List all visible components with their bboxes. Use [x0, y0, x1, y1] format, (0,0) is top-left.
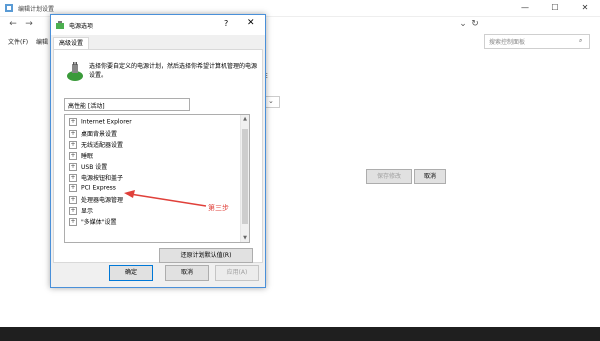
annotation-arrow [124, 190, 207, 207]
annotation-arrow-head [124, 190, 135, 198]
annotation-step-label: 第三步 [208, 204, 229, 212]
annotation-arrow-line [129, 193, 207, 207]
